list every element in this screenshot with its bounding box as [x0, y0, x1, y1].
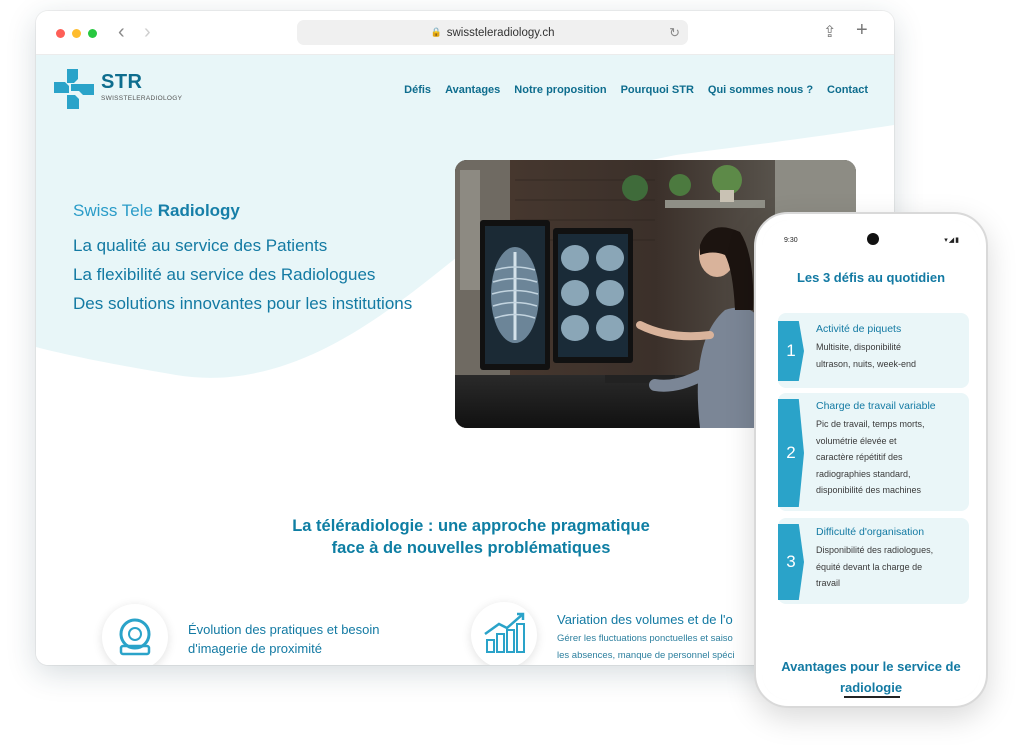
nav-avantages[interactable]: Avantages: [445, 84, 500, 96]
card-number-3: 3: [778, 524, 804, 600]
nav-contact[interactable]: Contact: [827, 84, 868, 96]
feature-title-variation: Variation des volumes et de l'o: [557, 612, 733, 627]
phone-advantages-title[interactable]: Avantages pour le service de radiologie: [762, 656, 980, 698]
reload-icon[interactable]: ↻: [669, 25, 680, 41]
back-arrow-icon[interactable]: ‹: [118, 21, 125, 43]
browser-toolbar: ‹ › 🔒 swissteleradiology.ch ↻ ⇪ +: [36, 11, 894, 55]
address-bar[interactable]: 🔒 swissteleradiology.ch ↻: [297, 20, 688, 45]
logo-wordmark: STR: [101, 71, 143, 93]
hero-title: Swiss Tele Radiology: [73, 201, 240, 220]
hero-line-patients: La qualité au service des Patients: [73, 236, 328, 255]
card-title-3: Difficulté d'organisation: [816, 526, 925, 538]
section-title: La téléradiologie : une approche pragmat…: [292, 517, 650, 557]
nav-notre-proposition[interactable]: Notre proposition: [514, 84, 606, 96]
url-text: swissteleradiology.ch: [446, 26, 555, 39]
card-title-2: Charge de travail variable: [816, 400, 936, 412]
card-number-1: 1: [778, 321, 804, 381]
maximize-window-button[interactable]: [88, 29, 97, 38]
card-title-1: Activité de piquets: [816, 323, 902, 335]
lock-icon: 🔒: [430, 27, 442, 37]
minimize-window-button[interactable]: [72, 29, 81, 38]
new-tab-icon[interactable]: +: [856, 19, 868, 42]
challenge-card-1: 1 Activité de piquets Multisite, disponi…: [778, 313, 969, 388]
hero-line-radiologues: La flexibilité au service des Radiologue…: [73, 265, 376, 284]
mobile-phone-mockup: 9:30 ▾◢▮ Les 3 défis au quotidien 1 Acti…: [754, 212, 988, 708]
main-navigation: Défis Avantages Notre proposition Pourqu…: [404, 84, 868, 96]
logo-subtitle: SWISSTELERADIOLOGY: [101, 95, 183, 102]
forward-arrow-icon[interactable]: ›: [144, 21, 151, 43]
phone-screen: 9:30 ▾◢▮ Les 3 défis au quotidien 1 Acti…: [762, 220, 980, 700]
medical-cross-logo-icon: [54, 69, 94, 109]
mri-scanner-icon: [102, 604, 168, 665]
feature-text-line-1: Gérer les fluctuations ponctuelles et sa…: [557, 633, 733, 644]
site-logo[interactable]: STR SWISSTELERADIOLOGY: [54, 69, 194, 109]
nav-pourquoi-str[interactable]: Pourquoi STR: [621, 84, 694, 96]
home-indicator: [844, 696, 900, 698]
card-text-3: Disponibilité des radiologues, équité de…: [816, 545, 934, 588]
close-window-button[interactable]: [56, 29, 65, 38]
front-camera: [867, 233, 879, 245]
nav-defis[interactable]: Défis: [404, 84, 431, 96]
challenge-card-2: 2 Charge de travail variable Pic de trav…: [778, 393, 969, 511]
signal-battery-icon: ▾◢▮: [944, 237, 960, 244]
nav-qui-sommes-nous[interactable]: Qui sommes nous ?: [708, 84, 813, 96]
card-number-2: 2: [778, 399, 804, 507]
growth-chart-icon: [471, 602, 537, 665]
card-text-2: Pic de travail, temps morts, volumétrie …: [816, 419, 925, 495]
card-text-1: Multisite, disponibilité ultrason, nuits…: [816, 342, 917, 369]
feature-title-evolution: Évolution des pratiques et besoin d'imag…: [188, 622, 380, 656]
hero-line-institutions: Des solutions innovantes pour les instit…: [73, 294, 413, 313]
feature-text-line-2: les absences, manque de personnel spéci: [557, 650, 735, 661]
status-time: 9:30: [784, 237, 798, 244]
phone-section-title: Les 3 défis au quotidien: [796, 270, 946, 285]
challenge-card-3: 3 Difficulté d'organisation Disponibilit…: [778, 518, 969, 604]
share-icon[interactable]: ⇪: [823, 22, 836, 42]
